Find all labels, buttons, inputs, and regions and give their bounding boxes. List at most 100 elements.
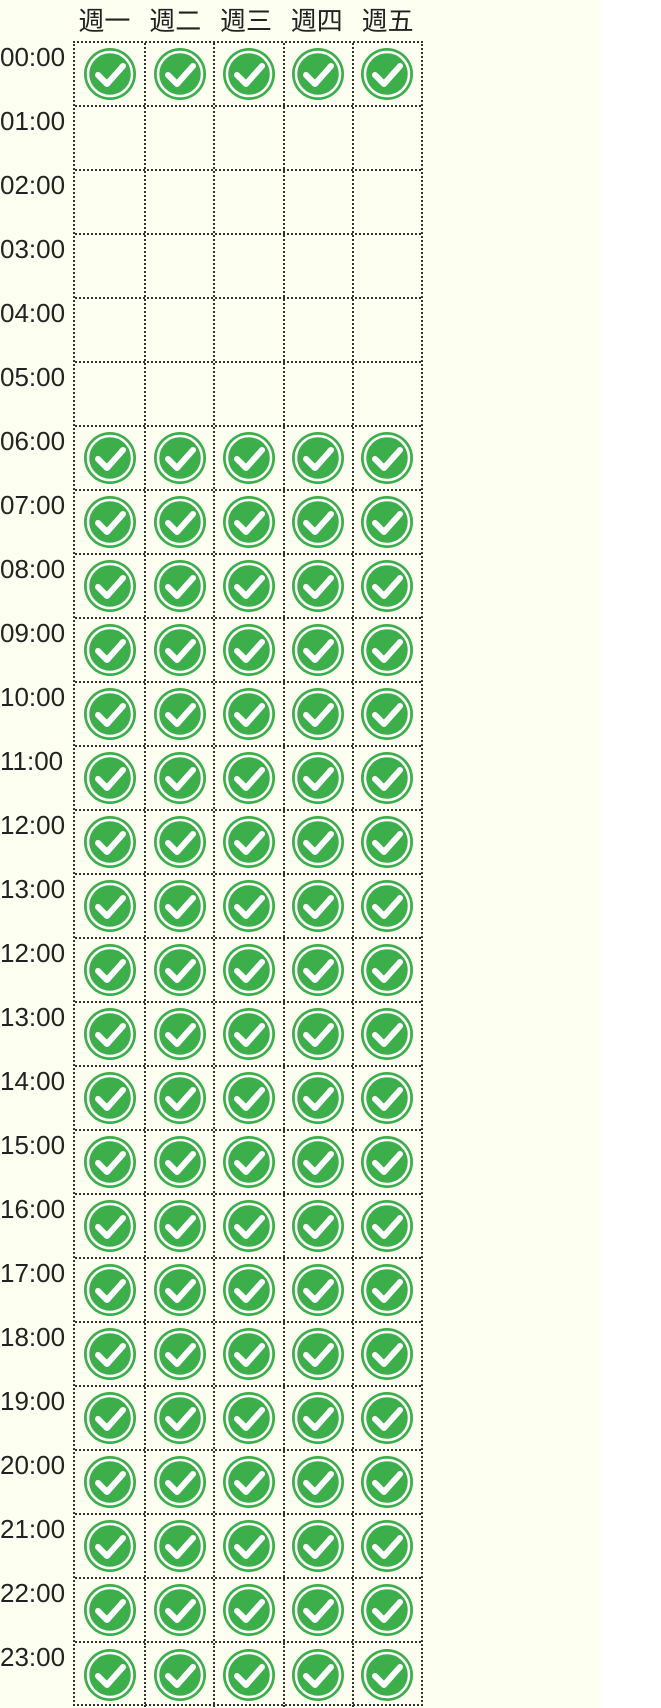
- schedule-cell[interactable]: [351, 875, 421, 937]
- schedule-cell[interactable]: [75, 43, 144, 105]
- schedule-cell[interactable]: [75, 811, 144, 873]
- schedule-cell[interactable]: [144, 1643, 213, 1707]
- schedule-cell[interactable]: [144, 1387, 213, 1449]
- schedule-cell[interactable]: [144, 299, 213, 361]
- schedule-cell[interactable]: [282, 107, 352, 169]
- schedule-cell[interactable]: [213, 1387, 282, 1449]
- schedule-cell[interactable]: [213, 235, 282, 297]
- schedule-cell[interactable]: [351, 1195, 421, 1257]
- schedule-cell[interactable]: [144, 363, 213, 425]
- schedule-cell[interactable]: [144, 171, 213, 233]
- schedule-cell[interactable]: [75, 555, 144, 617]
- schedule-cell[interactable]: [351, 491, 421, 553]
- schedule-cell[interactable]: [282, 747, 352, 809]
- schedule-cell[interactable]: [282, 1579, 352, 1641]
- schedule-cell[interactable]: [282, 363, 352, 425]
- schedule-cell[interactable]: [75, 1259, 144, 1321]
- schedule-cell[interactable]: [75, 1195, 144, 1257]
- schedule-cell[interactable]: [213, 1451, 282, 1513]
- schedule-cell[interactable]: [213, 1067, 282, 1129]
- schedule-cell[interactable]: [213, 363, 282, 425]
- schedule-cell[interactable]: [282, 1003, 352, 1065]
- schedule-cell[interactable]: [75, 1579, 144, 1641]
- schedule-cell[interactable]: [213, 171, 282, 233]
- schedule-cell[interactable]: [75, 875, 144, 937]
- schedule-cell[interactable]: [75, 235, 144, 297]
- schedule-cell[interactable]: [213, 555, 282, 617]
- schedule-cell[interactable]: [282, 1131, 352, 1193]
- schedule-cell[interactable]: [282, 491, 352, 553]
- schedule-cell[interactable]: [75, 1067, 144, 1129]
- schedule-cell[interactable]: [144, 683, 213, 745]
- schedule-cell[interactable]: [213, 107, 282, 169]
- schedule-cell[interactable]: [351, 1259, 421, 1321]
- schedule-cell[interactable]: [213, 1195, 282, 1257]
- schedule-cell[interactable]: [144, 107, 213, 169]
- schedule-cell[interactable]: [351, 939, 421, 1001]
- schedule-cell[interactable]: [144, 491, 213, 553]
- schedule-cell[interactable]: [144, 939, 213, 1001]
- schedule-cell[interactable]: [75, 1323, 144, 1385]
- schedule-cell[interactable]: [351, 619, 421, 681]
- schedule-cell[interactable]: [144, 1003, 213, 1065]
- schedule-cell[interactable]: [351, 299, 421, 361]
- schedule-cell[interactable]: [351, 811, 421, 873]
- schedule-cell[interactable]: [213, 1323, 282, 1385]
- schedule-cell[interactable]: [213, 1131, 282, 1193]
- schedule-cell[interactable]: [282, 939, 352, 1001]
- schedule-cell[interactable]: [282, 683, 352, 745]
- schedule-cell[interactable]: [75, 1003, 144, 1065]
- schedule-cell[interactable]: [144, 1195, 213, 1257]
- schedule-cell[interactable]: [282, 1387, 352, 1449]
- schedule-cell[interactable]: [282, 1515, 352, 1577]
- schedule-cell[interactable]: [351, 1451, 421, 1513]
- schedule-cell[interactable]: [282, 619, 352, 681]
- schedule-cell[interactable]: [75, 683, 144, 745]
- schedule-cell[interactable]: [75, 299, 144, 361]
- schedule-cell[interactable]: [75, 1643, 144, 1707]
- schedule-cell[interactable]: [351, 555, 421, 617]
- schedule-cell[interactable]: [213, 619, 282, 681]
- schedule-cell[interactable]: [282, 235, 352, 297]
- schedule-cell[interactable]: [282, 427, 352, 489]
- schedule-cell[interactable]: [75, 1387, 144, 1449]
- schedule-cell[interactable]: [351, 107, 421, 169]
- schedule-cell[interactable]: [351, 1643, 421, 1707]
- schedule-cell[interactable]: [144, 427, 213, 489]
- schedule-cell[interactable]: [351, 235, 421, 297]
- schedule-cell[interactable]: [144, 43, 213, 105]
- schedule-cell[interactable]: [213, 299, 282, 361]
- schedule-cell[interactable]: [351, 171, 421, 233]
- schedule-cell[interactable]: [213, 1003, 282, 1065]
- schedule-cell[interactable]: [351, 683, 421, 745]
- schedule-cell[interactable]: [144, 555, 213, 617]
- schedule-cell[interactable]: [351, 43, 421, 105]
- schedule-cell[interactable]: [282, 171, 352, 233]
- schedule-cell[interactable]: [282, 1451, 352, 1513]
- schedule-cell[interactable]: [282, 555, 352, 617]
- schedule-cell[interactable]: [351, 1067, 421, 1129]
- schedule-cell[interactable]: [282, 299, 352, 361]
- schedule-cell[interactable]: [282, 1323, 352, 1385]
- schedule-cell[interactable]: [144, 1579, 213, 1641]
- schedule-cell[interactable]: [282, 1067, 352, 1129]
- schedule-cell[interactable]: [282, 875, 352, 937]
- schedule-cell[interactable]: [213, 939, 282, 1001]
- schedule-cell[interactable]: [351, 747, 421, 809]
- schedule-cell[interactable]: [213, 43, 282, 105]
- schedule-cell[interactable]: [75, 1515, 144, 1577]
- schedule-cell[interactable]: [213, 811, 282, 873]
- schedule-cell[interactable]: [75, 107, 144, 169]
- schedule-cell[interactable]: [213, 683, 282, 745]
- schedule-cell[interactable]: [351, 1579, 421, 1641]
- schedule-cell[interactable]: [75, 363, 144, 425]
- schedule-cell[interactable]: [144, 1131, 213, 1193]
- schedule-cell[interactable]: [213, 875, 282, 937]
- schedule-cell[interactable]: [351, 1131, 421, 1193]
- schedule-cell[interactable]: [75, 1131, 144, 1193]
- schedule-cell[interactable]: [144, 1515, 213, 1577]
- schedule-cell[interactable]: [213, 1259, 282, 1321]
- schedule-cell[interactable]: [144, 1451, 213, 1513]
- schedule-cell[interactable]: [213, 427, 282, 489]
- schedule-cell[interactable]: [351, 427, 421, 489]
